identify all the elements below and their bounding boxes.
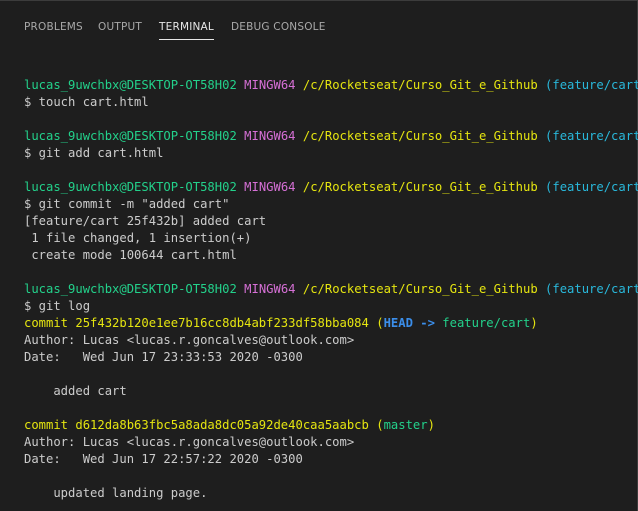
- prompt-shell: MINGW64: [244, 129, 296, 143]
- commit-message: added cart: [24, 384, 127, 398]
- prompt-line: lucas_9uwchbx@DESKTOP-OT58H02 MINGW64 /c…: [24, 77, 638, 94]
- prompt-user-host: lucas_9uwchbx@DESKTOP-OT58H02: [24, 78, 237, 92]
- commit-hash: commit 25f432b120e1ee7b16cc8db4abf233df5…: [24, 316, 369, 330]
- ref-branch: feature/cart: [442, 316, 531, 330]
- prompt-branch: (feature/cart): [545, 180, 638, 194]
- prompt-line: lucas_9uwchbx@DESKTOP-OT58H02 MINGW64 /c…: [24, 281, 638, 298]
- tab-terminal-label: TERMINAL: [159, 21, 214, 33]
- prompt-branch: (feature/cart): [545, 129, 638, 143]
- prompt-path: /c/Rocketseat/Curso_Git_e_Github: [302, 78, 538, 92]
- ref-branch: master: [383, 418, 428, 432]
- output-line: create mode 100644 cart.html: [24, 248, 237, 262]
- prompt-path: /c/Rocketseat/Curso_Git_e_Github: [302, 129, 538, 143]
- prompt-shell: MINGW64: [244, 78, 296, 92]
- prompt-branch: (feature/cart): [545, 78, 638, 92]
- prompt-user-host: lucas_9uwchbx@DESKTOP-OT58H02: [24, 282, 237, 296]
- prompt-branch: (feature/cart): [545, 282, 638, 296]
- prompt-user-host: lucas_9uwchbx@DESKTOP-OT58H02: [24, 180, 237, 194]
- ref-open-paren: (: [376, 418, 384, 432]
- tab-output[interactable]: OUTPUT: [98, 21, 142, 33]
- tab-terminal[interactable]: TERMINAL: [159, 21, 214, 40]
- commit-author: Author: Lucas <lucas.r.goncalves@outlook…: [24, 333, 355, 347]
- prompt-user-host: lucas_9uwchbx@DESKTOP-OT58H02: [24, 129, 237, 143]
- commit-message: updated landing page.: [24, 486, 208, 500]
- active-tab-indicator: [159, 39, 214, 40]
- prompt-line: lucas_9uwchbx@DESKTOP-OT58H02 MINGW64 /c…: [24, 128, 638, 145]
- command-line: $ git log: [24, 299, 91, 313]
- prompt-line: lucas_9uwchbx@DESKTOP-OT58H02 MINGW64 /c…: [24, 179, 638, 196]
- output-line: 1 file changed, 1 insertion(+): [24, 231, 252, 245]
- prompt-path: /c/Rocketseat/Curso_Git_e_Github: [302, 180, 538, 194]
- command-line: $ touch cart.html: [24, 95, 149, 109]
- prompt-shell: MINGW64: [244, 180, 296, 194]
- commit-date: Date: Wed Jun 17 23:33:53 2020 -0300: [24, 350, 303, 364]
- ref-close-paren: ): [530, 316, 538, 330]
- panel-tab-bar: PROBLEMS OUTPUT TERMINAL DEBUG CONSOLE: [0, 0, 638, 44]
- tab-debug-console[interactable]: DEBUG CONSOLE: [231, 21, 326, 33]
- prompt-path: /c/Rocketseat/Curso_Git_e_Github: [302, 282, 538, 296]
- commit-header-line: commit 25f432b120e1ee7b16cc8db4abf233df5…: [24, 315, 538, 332]
- command-line: $ git add cart.html: [24, 146, 164, 160]
- commit-date: Date: Wed Jun 17 22:57:22 2020 -0300: [24, 452, 303, 466]
- command-line: $ git commit -m "added cart": [24, 197, 230, 211]
- commit-author: Author: Lucas <lucas.r.goncalves@outlook…: [24, 435, 355, 449]
- tab-problems[interactable]: PROBLEMS: [24, 21, 83, 33]
- terminal-output[interactable]: lucas_9uwchbx@DESKTOP-OT58H02 MINGW64 /c…: [0, 70, 638, 511]
- ref-head: HEAD ->: [383, 316, 443, 330]
- commit-header-line: commit d612da8b63fbc5a8ada8dc05a92de40ca…: [24, 417, 435, 434]
- commit-hash: commit d612da8b63fbc5a8ada8dc05a92de40ca…: [24, 418, 369, 432]
- prompt-shell: MINGW64: [244, 282, 296, 296]
- ref-open-paren: (: [376, 316, 384, 330]
- output-line: [feature/cart 25f432b] added cart: [24, 214, 267, 228]
- ref-close-paren: ): [427, 418, 435, 432]
